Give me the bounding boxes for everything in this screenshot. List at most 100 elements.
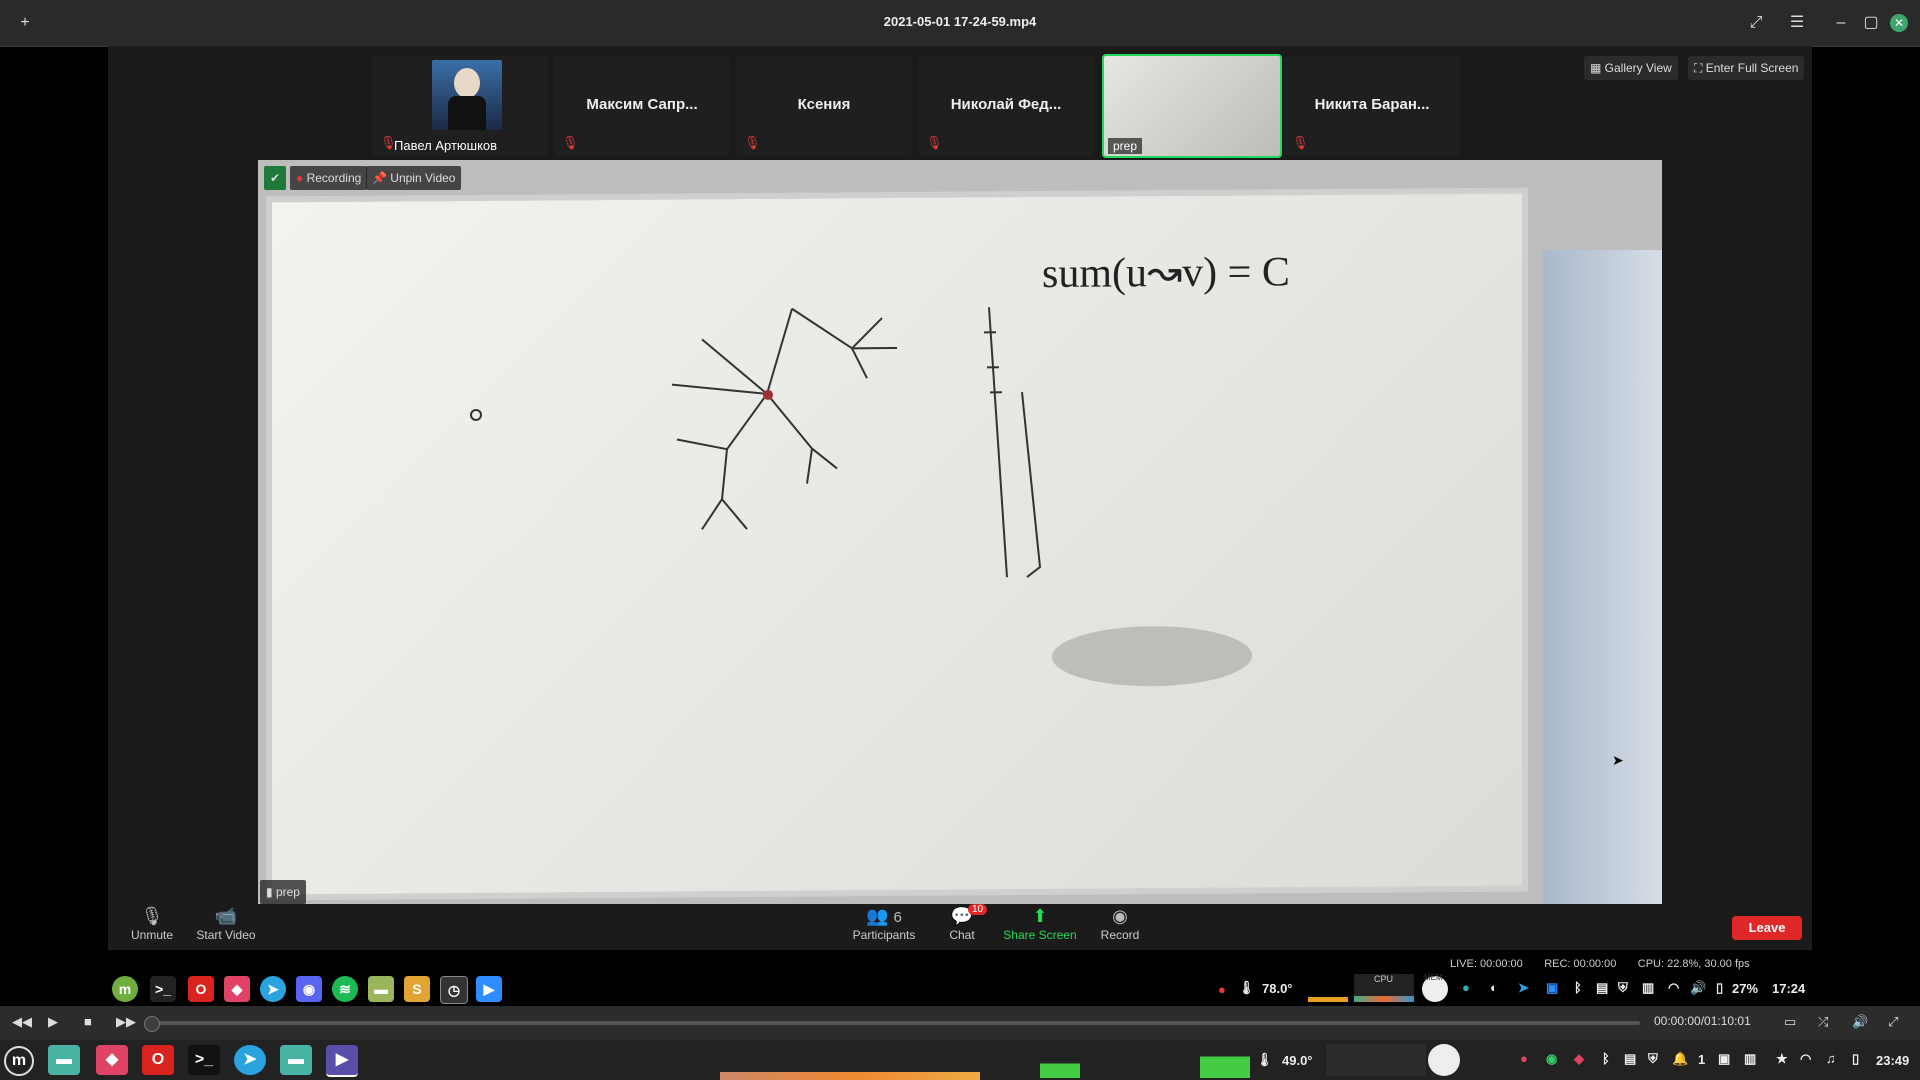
rec-time: REC: 00:00:00 [1544,958,1617,970]
workspace-number[interactable]: 1 [1698,1052,1705,1067]
star-icon[interactable]: ★ [1776,1051,1788,1067]
tray-icon[interactable]: ◐ [1490,980,1498,995]
share-screen-icon: ⬆ [1032,906,1048,926]
clock-icon[interactable]: ◷ [440,976,468,1004]
mem-graph: MEM [1422,973,1448,1002]
mouse-cursor-icon: ➤ [1612,752,1624,768]
app-icon[interactable]: ◆ [224,976,250,1002]
main-video: sum(u↝v) = C ✔ ● Recording 📌 Unpin Video… [258,160,1662,904]
files-icon[interactable]: ▬ [48,1045,80,1075]
files-icon[interactable]: ▬ [368,976,394,1002]
wifi-icon[interactable]: ◠ [1668,980,1679,996]
rewind-icon[interactable]: ◀◀ [12,1014,32,1030]
volume-icon[interactable]: 🔊 [1852,1014,1868,1030]
clock-time[interactable]: 23:49 [1876,1053,1909,1068]
close-button[interactable]: ✕ [1890,14,1908,32]
fast-forward-icon[interactable]: ▶▶ [116,1014,136,1030]
cpu-graph [1326,1044,1426,1076]
maximize-button[interactable]: ▢ [1860,12,1882,34]
shield-tray-icon[interactable]: ⛨ [1618,980,1628,996]
leave-button[interactable]: Leave [1732,916,1802,940]
stop-icon[interactable]: ■ [84,1014,92,1029]
app-icon[interactable]: ◆ [96,1045,128,1075]
speaker-label: ▮ prep [260,880,306,904]
mint-menu-icon[interactable]: m [112,976,138,1002]
fullscreen-icon[interactable]: ⤢ [1888,1014,1898,1030]
participant-thumb-active[interactable]: prep [1102,54,1282,158]
muted-mic-icon: 🎙 [926,135,943,150]
gallery-view-button[interactable]: ▦ Gallery View [1584,56,1678,80]
zoom-tray-icon[interactable]: ▣ [1546,980,1558,996]
tray-icon[interactable]: ◉ [1546,1051,1557,1067]
opera-icon[interactable]: O [188,976,214,1002]
telegram-tray-icon[interactable]: ➤ [1518,980,1529,996]
clock-time[interactable]: 17:24 [1772,981,1805,996]
participant-thumb[interactable]: Никита Баран... 🎙 [1284,56,1460,156]
participant-name: Максим Сапр... [586,96,698,113]
share-screen-button[interactable]: ⬆ Share Screen [1000,906,1080,942]
participants-button[interactable]: 👥 6 Participants [844,906,924,942]
signal-icon: ▮ [266,885,276,899]
participant-thumb[interactable]: Максим Сапр... 🎙 [554,56,730,156]
record-button[interactable]: ◉ Record [1080,906,1160,942]
player-title-bar: + 2021-05-01 17-24-59.mp4 ⤢ ☰ – ▢ ✕ [0,0,1920,47]
clipboard-icon[interactable]: ▤ [1596,980,1608,996]
opera-icon[interactable]: O [142,1045,174,1075]
temperature-value: 49.0° [1282,1053,1313,1068]
discord-icon[interactable]: ◉ [296,976,322,1002]
bluetooth-icon[interactable]: ᛒ [1602,1051,1610,1066]
participant-thumb[interactable]: Ксения 🎙 [736,56,912,156]
full-screen-button[interactable]: ⛶ Enter Full Screen [1688,56,1805,80]
unmute-button[interactable]: 🎙 Unmute [112,906,192,942]
whiteboard-drawing: sum(u↝v) = C [470,249,1290,687]
play-icon[interactable]: ▶ [48,1014,58,1030]
muted-mic-icon: 🎙 [744,135,761,150]
cpu-stats: CPU: 22.8%, 30.00 fps [1637,958,1750,970]
participant-thumb[interactable]: Николай Фед... 🎙 [918,56,1094,156]
start-video-button[interactable]: 📹 Start Video [186,906,266,942]
seek-handle[interactable] [144,1016,160,1032]
volume-icon[interactable]: 🔊 [1690,980,1706,996]
subtitles-icon[interactable]: ▭ [1784,1014,1796,1030]
recording-badge: ● Recording [290,166,368,190]
chat-button[interactable]: 💬 10 Chat [922,904,1002,942]
video-player-icon[interactable]: ▶ [326,1045,358,1077]
unpin-video-button[interactable]: 📌 Unpin Video [366,166,462,190]
inner-taskbar: m >_ O ◆ ➤ ◉ ≋ ▬ S ◷ ▶ ● 🌡 78.0° CPU MEM… [108,972,1812,1006]
muted-mic-icon: 🎙 [562,135,579,150]
participant-name: Ксения [797,96,851,113]
minimize-button[interactable]: – [1830,12,1852,34]
shield-tray-icon[interactable]: ⛨ [1648,1051,1658,1067]
zoom-icon[interactable]: ▶ [476,976,502,1002]
spotify-icon[interactable]: ≋ [332,976,358,1002]
shuffle-icon[interactable]: ⤮ [1818,1014,1828,1030]
terminal-icon[interactable]: >_ [150,976,176,1002]
terminal-icon[interactable]: >_ [188,1045,220,1075]
flag-icon[interactable]: ▥ [1744,1051,1756,1067]
tray-icon[interactable]: ● [1462,980,1470,995]
notification-icon[interactable]: 🔔 [1672,1051,1688,1067]
mint-menu-icon[interactable]: m [4,1046,34,1076]
menu-icon[interactable]: ☰ [1786,12,1808,34]
temperature-icon: 🌡 [1256,1052,1273,1067]
telegram-icon[interactable]: ➤ [234,1045,266,1075]
seek-bar[interactable] [150,1021,1640,1025]
battery-icon: ▯ [1716,980,1724,995]
sublime-icon[interactable]: S [404,976,430,1002]
wifi-icon[interactable]: ◠ [1800,1051,1811,1067]
layout-icon[interactable]: ▣ [1718,1051,1730,1067]
expand-icon[interactable]: ⤢ [1745,12,1767,34]
zoom-window: 🎙 Павел Артюшков Максим Сапр... 🎙 Ксения… [108,46,1812,950]
flag-icon[interactable]: ▥ [1642,980,1654,996]
bluetooth-icon[interactable]: ᛒ [1574,980,1582,995]
app-tray-icon[interactable]: ◆ [1574,1051,1584,1067]
recording-status: LIVE: 00:00:00 REC: 00:00:00 CPU: 22.8%,… [1450,958,1750,970]
location-icon[interactable]: ● [1520,1051,1528,1066]
clipboard-icon[interactable]: ▤ [1624,1051,1636,1067]
music-icon[interactable]: ♫ [1826,1051,1836,1066]
folder-icon[interactable]: ▬ [280,1045,312,1075]
muted-mic-icon: 🎙 [1292,135,1309,150]
temperature-value: 78.0° [1262,981,1293,996]
participant-thumb[interactable]: 🎙 Павел Артюшков [372,56,548,156]
telegram-icon[interactable]: ➤ [260,976,286,1002]
